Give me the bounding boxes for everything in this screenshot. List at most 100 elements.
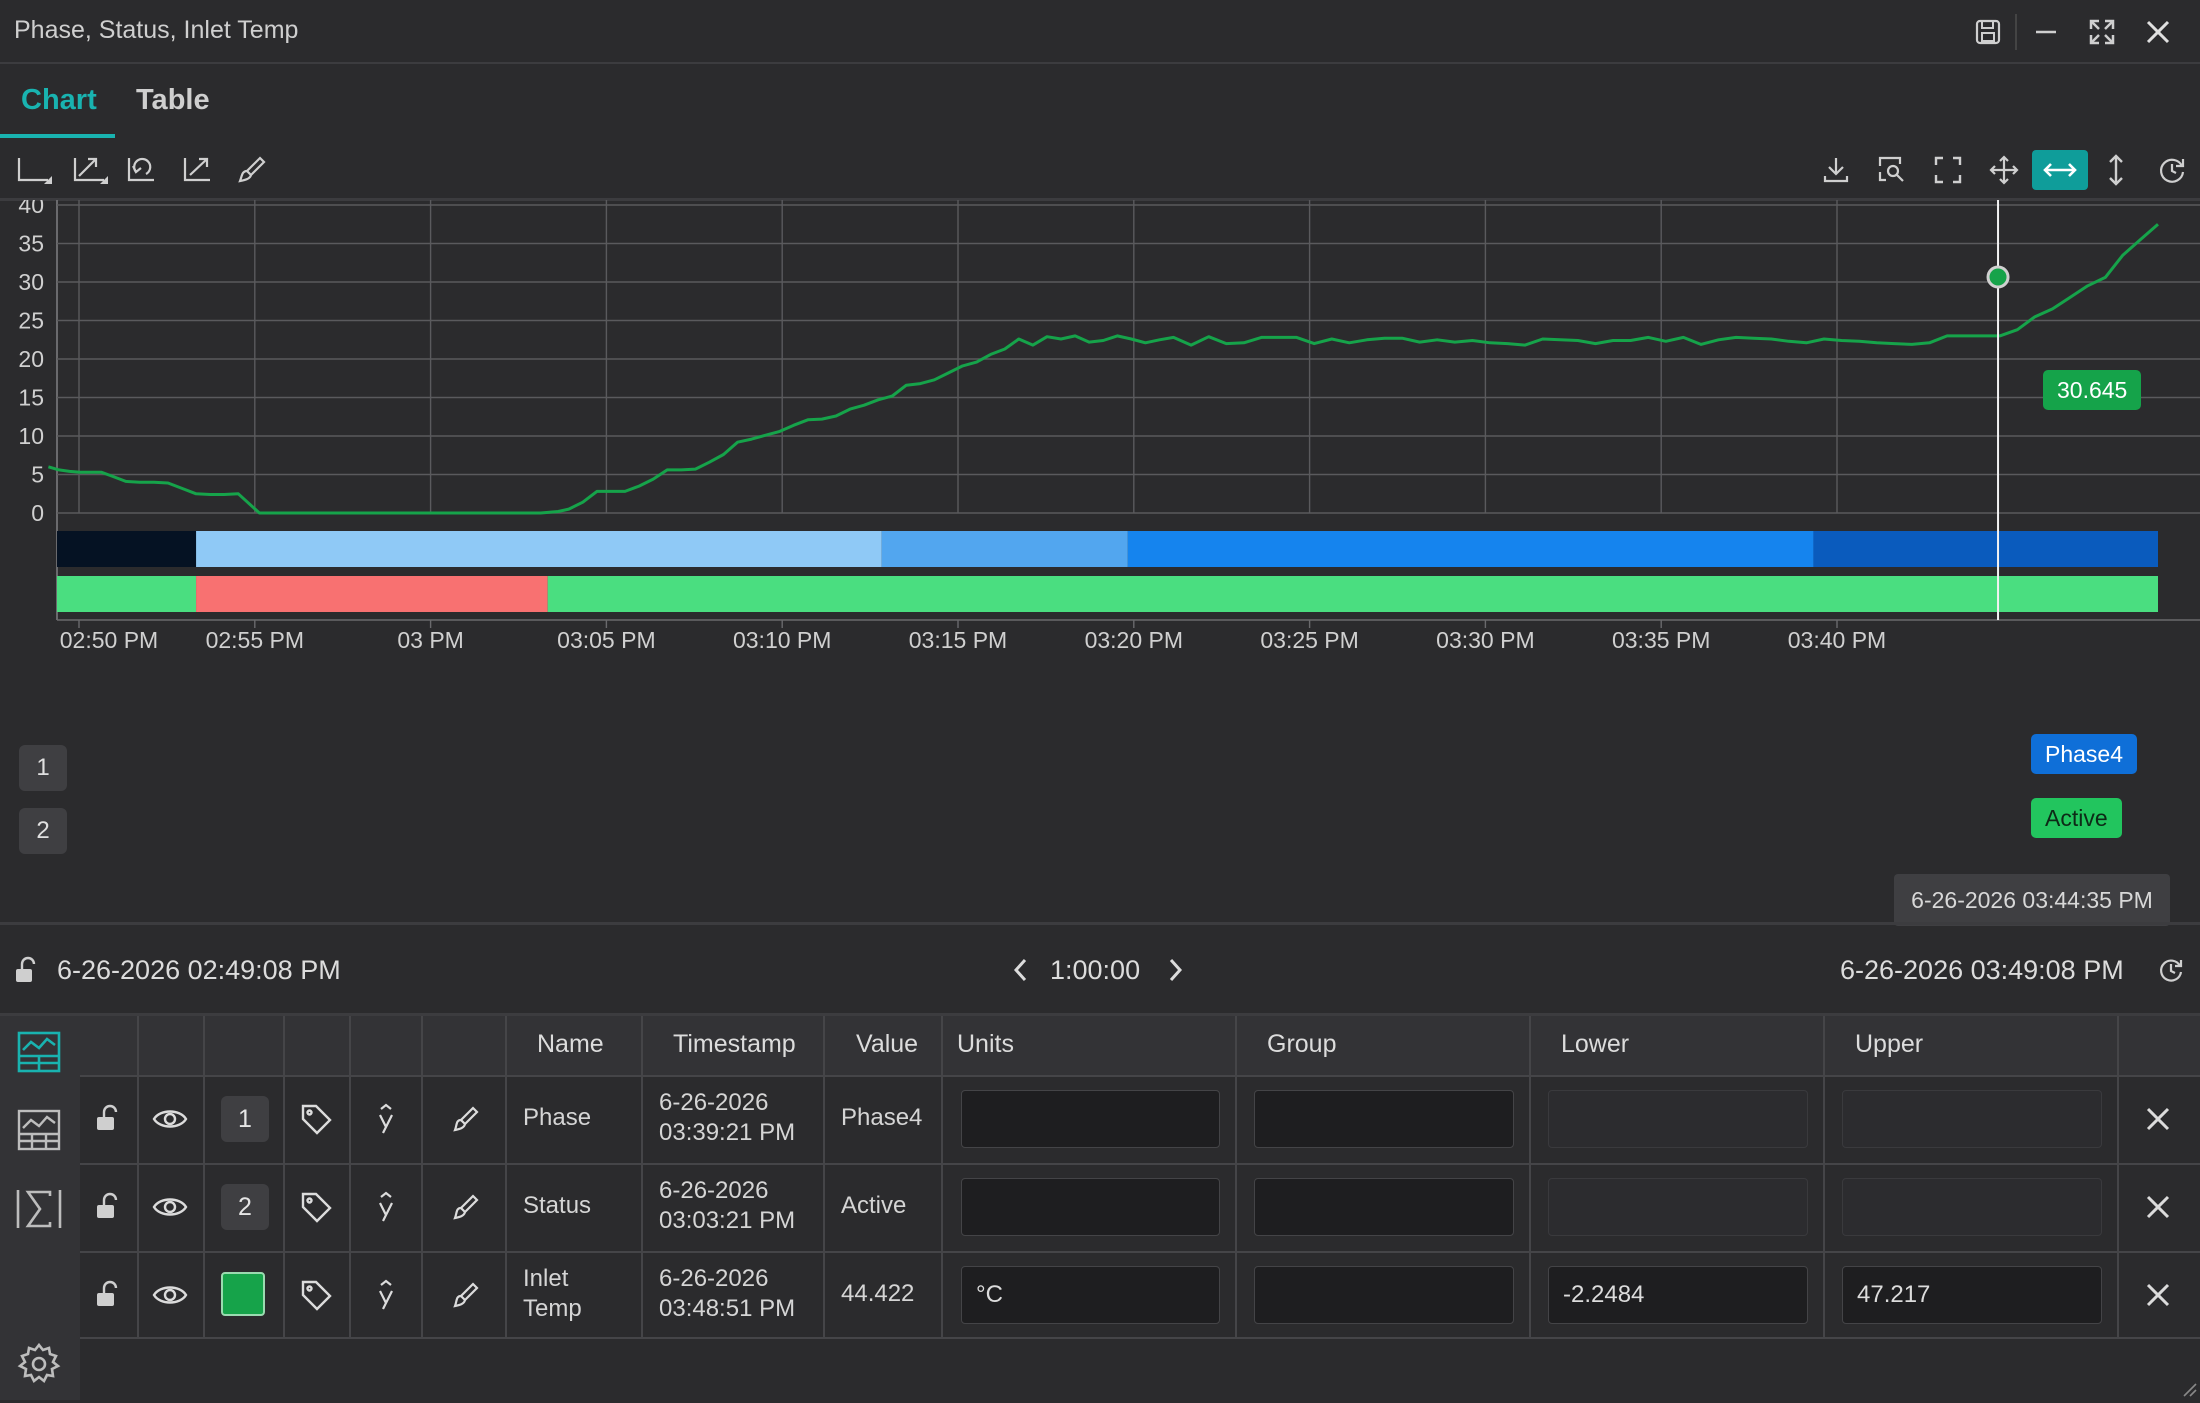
row-3-lower-input[interactable]: -2.2484 (1548, 1266, 1808, 1324)
tab-table[interactable]: Table (136, 84, 210, 117)
row-1-tag-icon[interactable] (296, 1099, 336, 1139)
row-1-visibility-icon[interactable] (150, 1099, 190, 1139)
close-window-icon[interactable] (2138, 12, 2178, 52)
row-2-lock-icon[interactable] (88, 1187, 128, 1227)
lane-2-segment (196, 576, 548, 612)
range-now-icon[interactable] (2156, 955, 2186, 990)
row-3-group-input[interactable] (1254, 1266, 1514, 1324)
row-3-remove-row-icon[interactable] (2138, 1275, 2178, 1315)
row-1-name: Phase (523, 1104, 592, 1131)
x-tick-label: 03:20 PM (1085, 627, 1183, 653)
row-1-lock-icon[interactable] (88, 1099, 128, 1139)
trend-items-icon[interactable] (16, 1030, 62, 1079)
row-2-timestamp-date: 6-26-2026 (659, 1177, 769, 1204)
row-2-units-input[interactable] (961, 1178, 1220, 1236)
fullscreen-icon[interactable] (1926, 150, 1970, 190)
row-2-remove-row-icon[interactable] (2138, 1187, 2178, 1227)
calendar-chart-icon[interactable] (16, 1108, 62, 1157)
row-2-group-input[interactable] (1254, 1178, 1514, 1236)
download-icon[interactable] (1814, 150, 1858, 190)
search-zoom-icon[interactable] (1870, 150, 1914, 190)
row-2-brush-icon[interactable] (446, 1187, 486, 1227)
axis-icon[interactable] (12, 150, 56, 190)
lane-2-segment (57, 576, 197, 612)
horizontal-zoom-icon[interactable] (2032, 150, 2088, 190)
lock-range-icon[interactable] (14, 956, 40, 991)
lane-2-value-label: Active (2031, 798, 2122, 838)
row-3-upper-input[interactable]: 47.217 (1842, 1266, 2102, 1324)
header-value[interactable]: Value (856, 1030, 918, 1059)
row-3-name-line2: Temp (523, 1295, 582, 1322)
window-title: Phase, Status, Inlet Temp (14, 16, 299, 44)
header-lower[interactable]: Lower (1561, 1030, 1629, 1059)
statistics-icon[interactable] (14, 1186, 64, 1237)
lane-2-segment (547, 576, 2159, 612)
header-units[interactable]: Units (957, 1030, 1014, 1059)
row-3-y-axis-assign-icon[interactable] (366, 1275, 406, 1315)
row-3-timestamp-time: 03:48:51 PM (659, 1295, 796, 1322)
series-line-inlet-temp (47, 223, 2159, 515)
header-name[interactable]: Name (537, 1030, 604, 1059)
row-3-units-input[interactable]: °C (961, 1266, 1220, 1324)
tab-chart[interactable]: Chart (21, 84, 97, 117)
lane-1-segment (881, 531, 1128, 567)
row-1-remove-row-icon[interactable] (2138, 1099, 2178, 1139)
row-2-lower-input[interactable] (1548, 1178, 1808, 1236)
row-1-timestamp-time: 03:39:21 PM (659, 1119, 796, 1146)
reset-axes-icon[interactable] (120, 150, 164, 190)
minimize-icon[interactable] (2026, 12, 2066, 52)
row-2-y-axis-assign-icon[interactable] (366, 1187, 406, 1227)
y-tick-label: 0 (31, 500, 44, 526)
settings-icon[interactable] (17, 1342, 61, 1391)
next-range-icon[interactable] (1162, 954, 1188, 991)
row-2-lane-badge[interactable]: 2 (221, 1184, 269, 1230)
range-duration[interactable]: 1:00:00 (1050, 955, 1140, 986)
row-1-lower-input[interactable] (1548, 1090, 1808, 1148)
brush-icon[interactable] (230, 150, 274, 190)
x-tick-label: 03:25 PM (1260, 627, 1358, 653)
x-tick-label: 03:35 PM (1612, 627, 1710, 653)
chart-bottom-divider (0, 922, 2200, 925)
x-tick-label: 03:40 PM (1788, 627, 1886, 653)
refresh-icon[interactable] (2150, 150, 2194, 190)
row-3-brush-icon[interactable] (446, 1275, 486, 1315)
y-tick-label: 10 (18, 423, 44, 449)
row-2-upper-input[interactable] (1842, 1178, 2102, 1236)
row-2-tag-icon[interactable] (296, 1187, 336, 1227)
row-3-series-color-swatch[interactable] (221, 1272, 265, 1316)
lane-1-value-label: Phase4 (2031, 734, 2138, 774)
row-1-upper-input[interactable] (1842, 1090, 2102, 1148)
y-tick-label: 5 (31, 462, 44, 488)
row-3-tag-icon[interactable] (296, 1275, 336, 1315)
row-3-timestamp-date: 6-26-2026 (659, 1265, 769, 1292)
row-1-units-input[interactable] (961, 1090, 1220, 1148)
row-3-lock-icon[interactable] (88, 1275, 128, 1315)
row-3-visibility-icon[interactable] (150, 1275, 190, 1315)
row-1-lane-badge[interactable]: 1 (221, 1096, 269, 1142)
range-start[interactable]: 6-26-2026 02:49:08 PM (57, 955, 341, 986)
lane-1-segment (1127, 531, 1814, 567)
row-1-y-axis-assign-icon[interactable] (366, 1099, 406, 1139)
cursor-point (1986, 265, 2010, 289)
row-1-group-input[interactable] (1254, 1090, 1514, 1148)
header-timestamp[interactable]: Timestamp (673, 1030, 796, 1059)
save-icon[interactable] (1968, 12, 2008, 52)
cursor-value-label: 30.645 (2043, 370, 2142, 410)
lane-1-segment (1813, 531, 2159, 567)
maximize-icon[interactable] (2082, 12, 2122, 52)
expand-axes-icon[interactable] (176, 150, 220, 190)
vertical-zoom-icon[interactable] (2094, 150, 2138, 190)
pan-icon[interactable] (1982, 150, 2026, 190)
x-tick-label: 03:05 PM (557, 627, 655, 653)
range-end[interactable]: 6-26-2026 03:49:08 PM (1840, 955, 2124, 986)
auto-scale-icon[interactable] (68, 150, 112, 190)
x-tick-label: 03:30 PM (1436, 627, 1534, 653)
row-1-brush-icon[interactable] (446, 1099, 486, 1139)
header-upper[interactable]: Upper (1855, 1030, 1923, 1059)
cursor-time-label: 6-26-2026 03:44:35 PM (1894, 874, 2170, 926)
previous-range-icon[interactable] (1008, 954, 1034, 991)
row-2-visibility-icon[interactable] (150, 1187, 190, 1227)
trend-chart[interactable]: 454035302520151050 02:50 PM02:55 PM03 PM… (0, 200, 2200, 920)
y-tick-label: 35 (18, 231, 44, 257)
header-group[interactable]: Group (1267, 1030, 1336, 1059)
